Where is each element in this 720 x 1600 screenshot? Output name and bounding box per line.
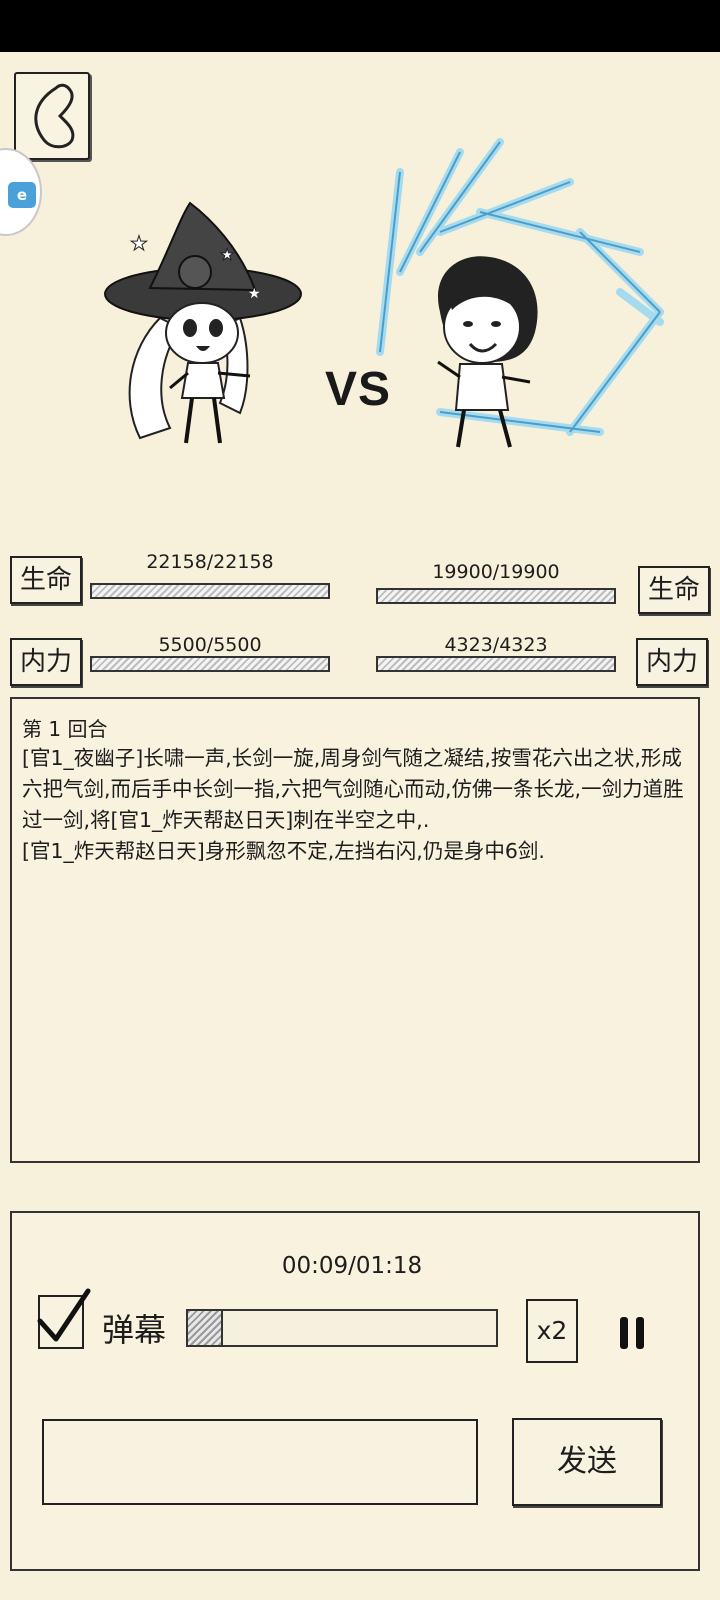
right-mp-value: 4323/4323: [444, 634, 548, 656]
send-button[interactable]: 发送: [512, 1418, 662, 1506]
swordsman-character: [376, 138, 664, 448]
svg-text:★: ★: [220, 245, 234, 264]
round-label: 第 1 回合: [22, 717, 108, 741]
checkmark-icon: [37, 1288, 91, 1342]
danmu-label: 弹幕: [102, 1311, 167, 1349]
back-arrow-icon: [34, 83, 75, 149]
left-hp-label: 生命: [10, 556, 82, 604]
right-mp-bar: [376, 656, 616, 672]
battle-log[interactable]: 第 1 回合 [官1_夜幽子]长啸一声,长剑一旋,周身剑气随之凝结,按雪花六出之…: [10, 697, 700, 1163]
left-hp-bar: [90, 583, 330, 599]
status-bar: [0, 0, 720, 52]
danmu-checkbox[interactable]: [37, 1288, 91, 1349]
right-hp-value: 19900/19900: [432, 561, 560, 583]
pause-icon[interactable]: [618, 1317, 648, 1349]
left-mp-bar: [90, 656, 330, 672]
witch-character: ★ ★ ★: [104, 201, 302, 444]
back-button[interactable]: [14, 72, 90, 160]
progress-fill: [188, 1311, 224, 1345]
app-badge-icon: e: [8, 182, 36, 208]
left-mp-label: 内力: [10, 638, 82, 686]
right-hp-bar: [376, 588, 616, 604]
playback-progress-bar[interactable]: [186, 1309, 498, 1347]
speed-button[interactable]: x2: [526, 1299, 578, 1363]
log-text: [官1_夜幽子]长啸一声,长剑一旋,周身剑气随之凝结,按雪花六出之状,形成六把气…: [22, 746, 684, 863]
playback-controls: 00:09/01:18 弹幕 x2 发送: [10, 1211, 700, 1571]
svg-text:★: ★: [248, 286, 261, 302]
left-mp-value: 5500/5500: [158, 634, 262, 656]
danmu-message-input[interactable]: [42, 1419, 478, 1505]
left-hp-value: 22158/22158: [146, 551, 274, 573]
svg-text:★: ★: [130, 231, 148, 255]
right-hp-label: 生命: [638, 566, 710, 614]
right-mp-label: 内力: [636, 638, 708, 686]
playback-time: 00:09/01:18: [281, 1253, 423, 1279]
